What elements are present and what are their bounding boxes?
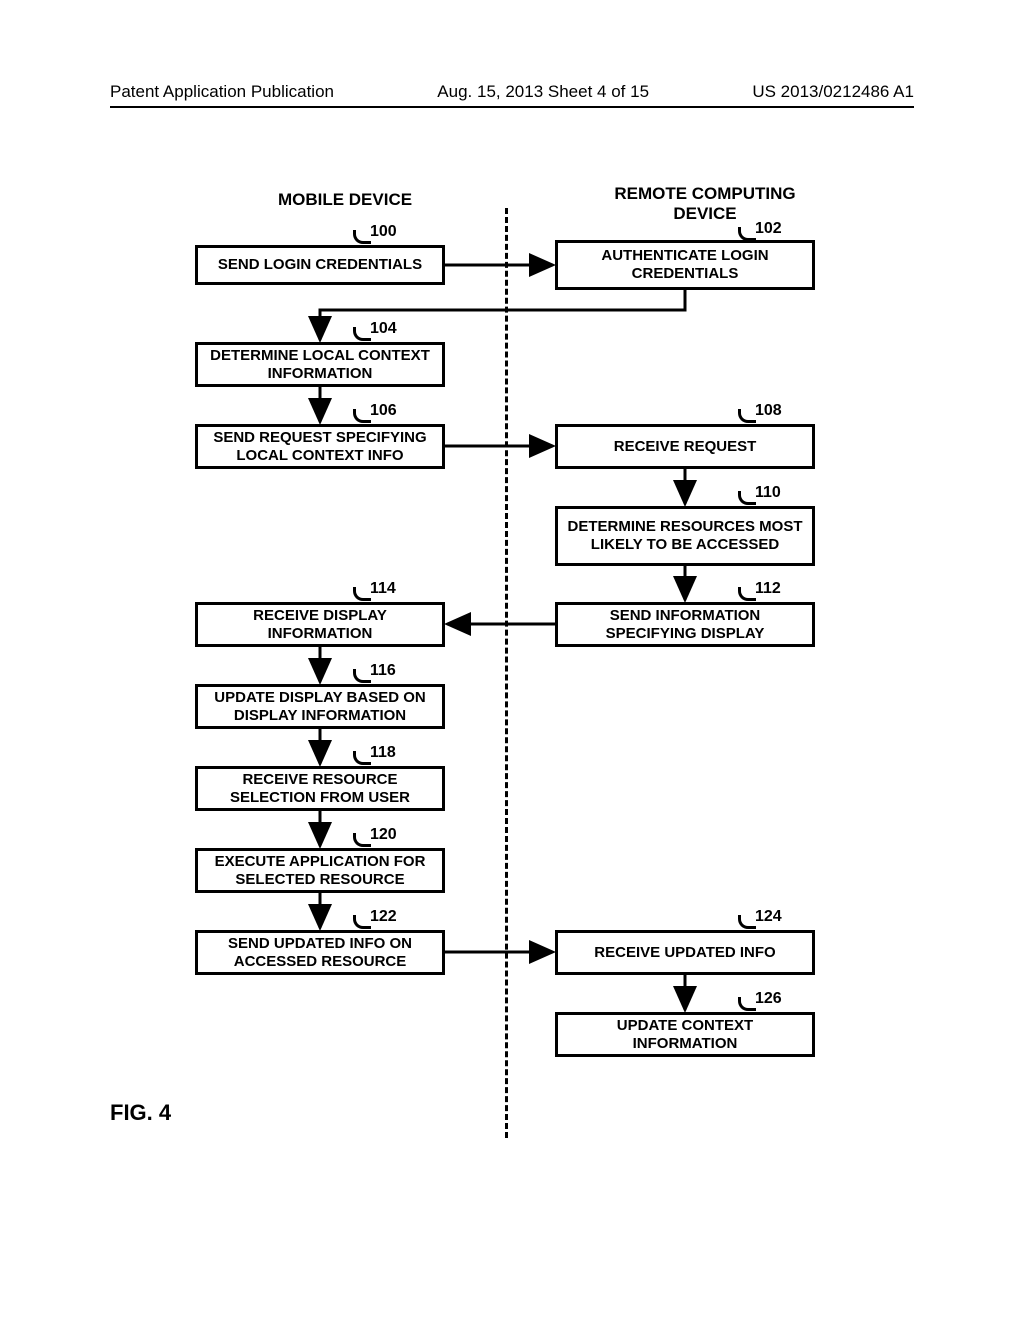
header-sheet-info: Aug. 15, 2013 Sheet 4 of 15 [437, 82, 649, 102]
header-publication-number: US 2013/0212486 A1 [752, 82, 914, 102]
flowchart-arrows [135, 190, 895, 1150]
flowchart-diagram: MOBILE DEVICE REMOTE COMPUTING DEVICE SE… [135, 190, 895, 1150]
page-header: Patent Application Publication Aug. 15, … [110, 82, 914, 108]
figure-label: FIG. 4 [110, 1100, 171, 1126]
header-publication: Patent Application Publication [110, 82, 334, 102]
